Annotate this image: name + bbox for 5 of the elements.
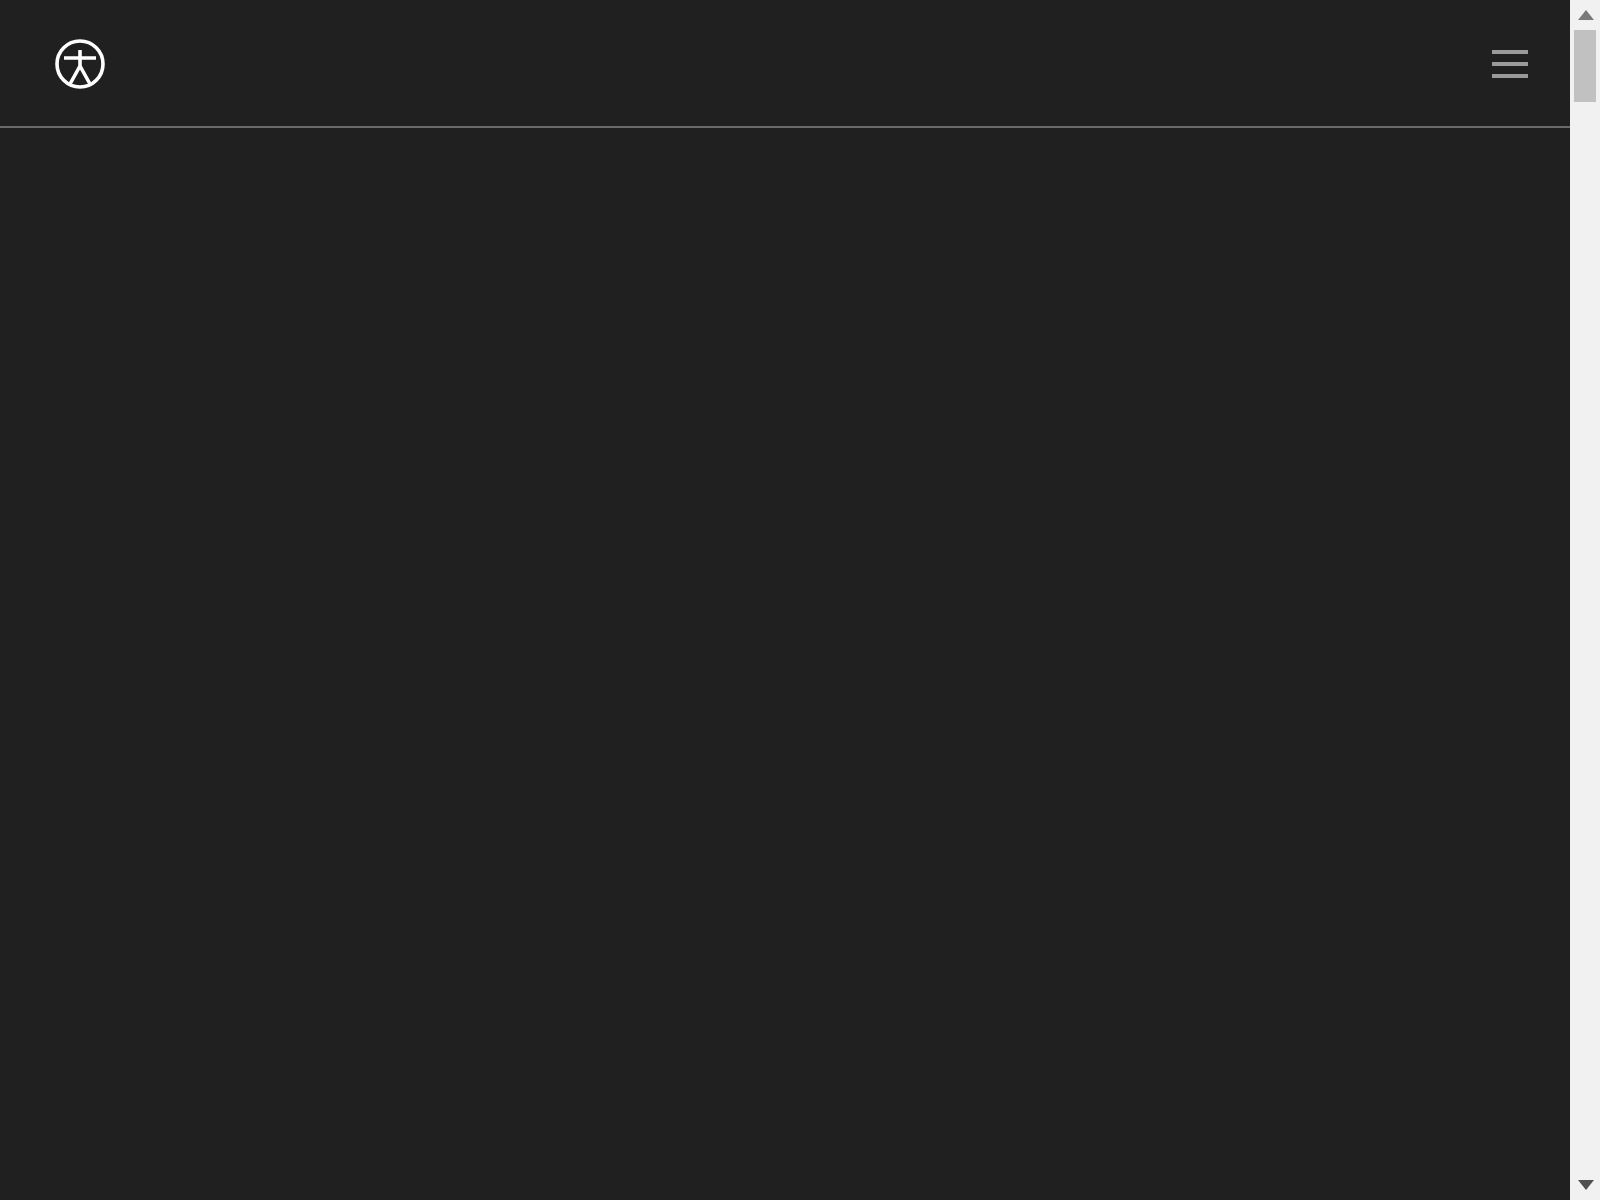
scroll-up-icon[interactable] <box>1577 10 1593 20</box>
menu-icon[interactable] <box>1492 49 1528 77</box>
scrollbar-thumb[interactable] <box>1574 30 1596 102</box>
scroll-down-icon[interactable] <box>1577 1180 1593 1190</box>
person-circle-logo-icon[interactable] <box>54 37 106 89</box>
